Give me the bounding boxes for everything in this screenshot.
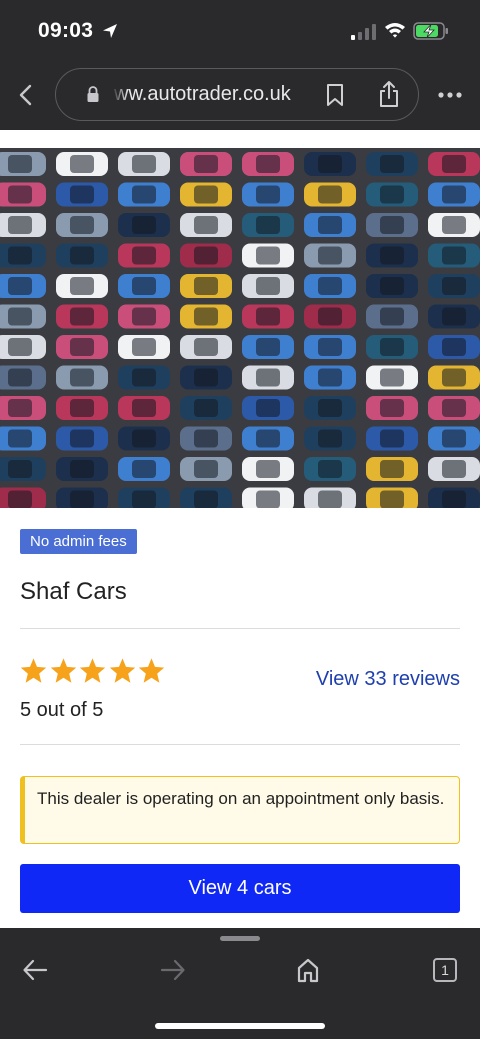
back-chevron-icon[interactable] <box>14 82 38 108</box>
tabs-icon[interactable]: 1 <box>433 958 457 982</box>
star-icon <box>138 658 165 683</box>
arrow-left-icon[interactable] <box>22 958 48 982</box>
no-admin-fees-badge: No admin fees <box>20 529 137 554</box>
car-park-photo <box>0 152 480 508</box>
star-icon <box>20 658 47 683</box>
share-icon[interactable] <box>378 80 400 108</box>
home-icon[interactable] <box>296 957 320 983</box>
arrow-right-icon[interactable] <box>160 958 186 982</box>
browser-bottom-toolbar: 1 <box>0 928 480 1039</box>
star-icon <box>109 658 135 683</box>
divider <box>20 744 460 745</box>
view-reviews-link[interactable]: View 33 reviews <box>316 668 460 691</box>
wifi-icon <box>385 23 405 38</box>
rating-text: 5 out of 5 <box>20 699 104 721</box>
star-icon <box>79 658 106 683</box>
browser-toolbar: ww.autotrader.co.uk <box>0 60 480 130</box>
view-cars-button[interactable]: View 4 cars <box>20 864 460 913</box>
url-fade <box>112 77 128 111</box>
address-bar[interactable]: ww.autotrader.co.uk <box>55 68 419 121</box>
star-icon <box>50 658 76 683</box>
appointment-notice: This dealer is operating on an appointme… <box>20 776 460 844</box>
bookmark-icon[interactable] <box>324 83 346 107</box>
status-bar: 09:03 <box>0 0 480 60</box>
toolbar-grabber[interactable] <box>220 936 260 941</box>
dealer-name: Shaf Cars <box>20 578 127 605</box>
url-text[interactable]: ww.autotrader.co.uk <box>114 83 314 106</box>
battery-charging-icon <box>413 22 448 40</box>
more-icon[interactable] <box>437 86 463 104</box>
home-indicator <box>155 1023 325 1029</box>
status-time: 09:03 <box>38 19 94 42</box>
star-rating <box>19 656 167 690</box>
dealer-hero-image <box>0 148 480 508</box>
lock-icon <box>87 86 99 102</box>
signal-icon <box>351 24 376 40</box>
location-arrow-icon <box>103 24 117 38</box>
divider <box>20 628 460 629</box>
